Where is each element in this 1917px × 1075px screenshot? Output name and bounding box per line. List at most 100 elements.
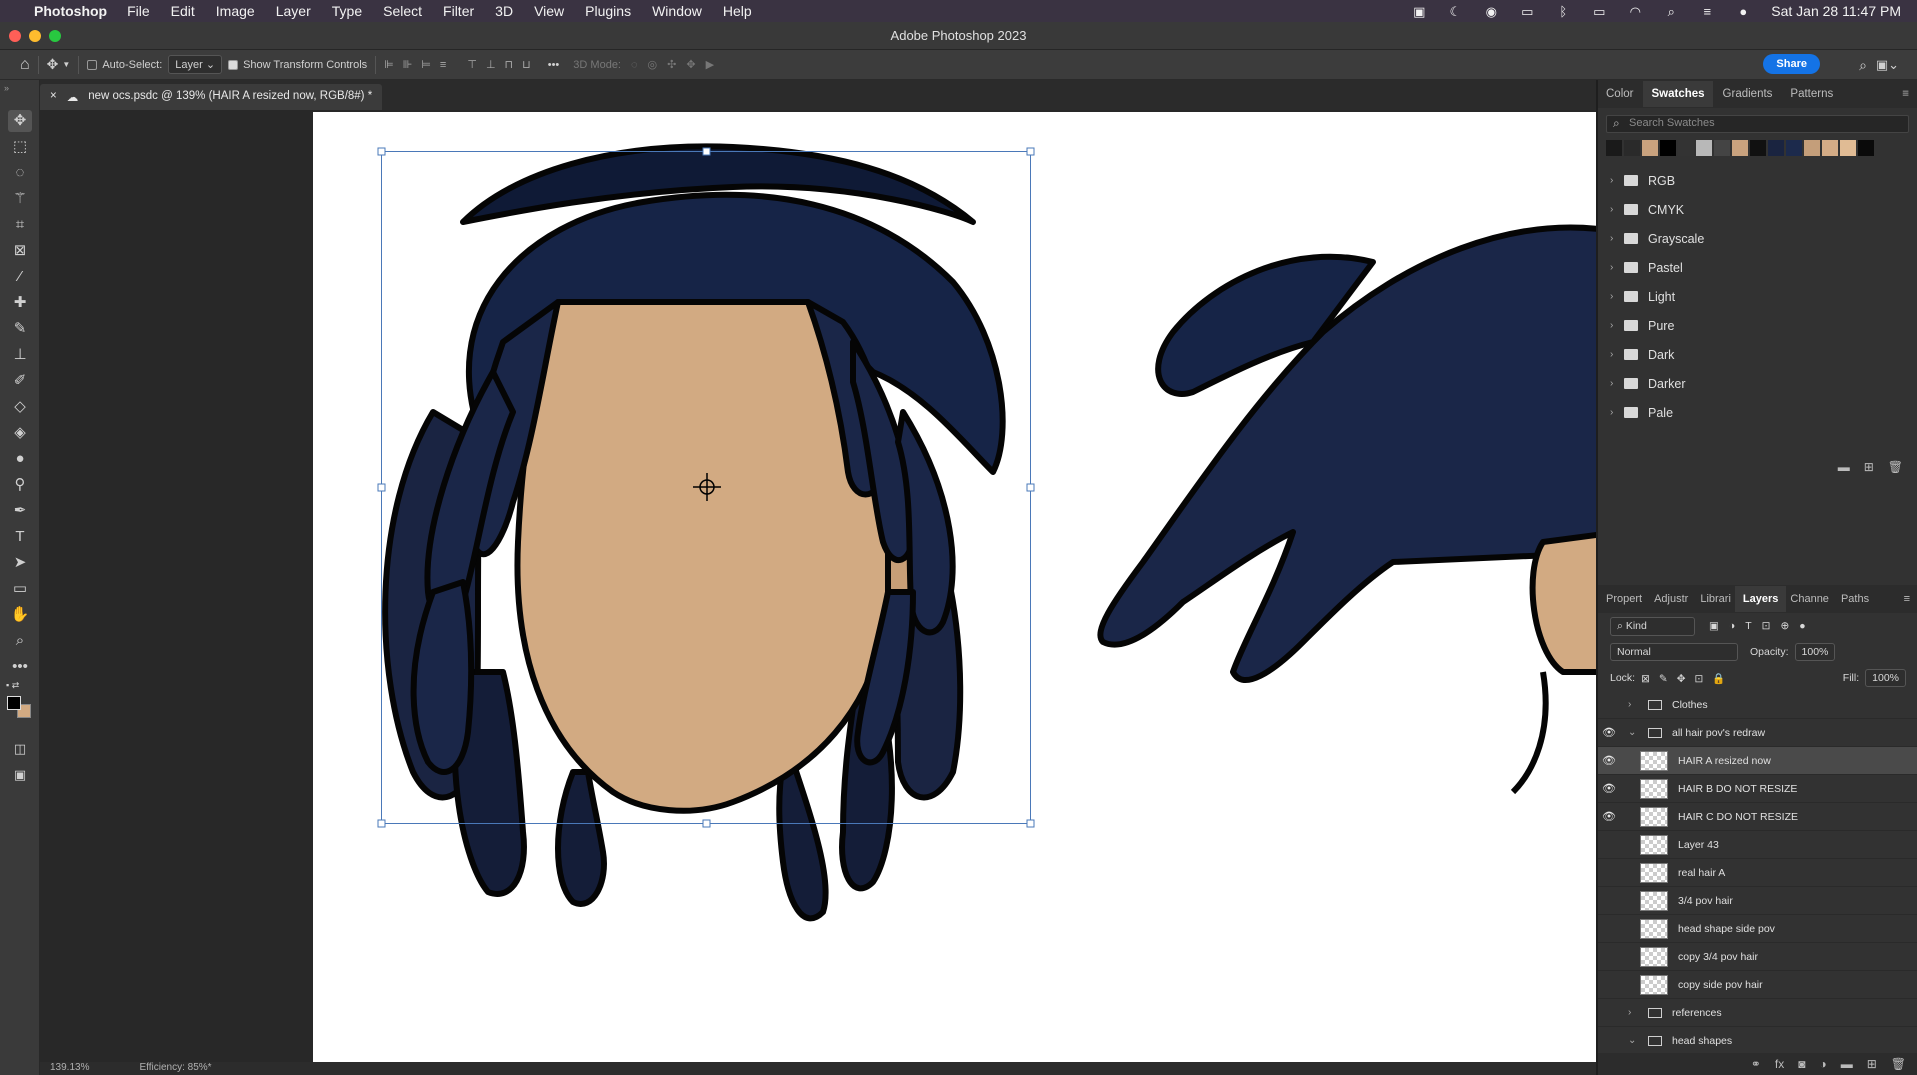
visibility-eye-icon[interactable]: 👁 [1598,782,1620,795]
color-swatch[interactable] [1714,140,1730,156]
chevron-down-icon[interactable]: ▼ [62,60,70,69]
magic-wand-tool-icon[interactable]: ⚚ [8,188,32,210]
opacity-field[interactable]: 100% [1794,643,1836,661]
layer-row[interactable]: real hair A [1598,859,1917,887]
pen-tool-icon[interactable]: ✒ [8,500,32,522]
tab-paths[interactable]: Paths [1841,593,1869,605]
color-swatch[interactable] [1624,140,1640,156]
menu-file[interactable]: File [127,3,150,19]
chevron-right-icon[interactable]: › [1610,233,1624,244]
show-transform-controls-checkbox[interactable] [228,59,239,70]
moon-icon[interactable]: ☾ [1447,4,1463,19]
visibility-eye-icon[interactable]: 👁 [1598,726,1620,739]
move-tool-icon[interactable]: ✥ [47,56,59,73]
layer-row[interactable]: 👁 HAIR C DO NOT RESIZE [1598,803,1917,831]
battery-icon[interactable]: ▭ [1591,4,1607,19]
filter-icons[interactable]: ▣◑T⊡⊕● [1709,620,1816,632]
layer-name[interactable]: head shapes [1672,1035,1732,1047]
layer-thumbnail[interactable] [1640,834,1668,855]
document-tab[interactable]: × ☁ new ocs.psdc @ 139% (HAIR A resized … [40,84,383,110]
layer-thumbnail[interactable] [1640,918,1668,939]
tab-channels[interactable]: Channe [1790,593,1829,605]
tab-patterns[interactable]: Patterns [1790,88,1833,100]
auto-select-dropdown[interactable]: Layer ⌄ [168,55,223,74]
menu-type[interactable]: Type [332,3,362,19]
app-menu[interactable]: Photoshop [34,3,107,19]
play-icon[interactable]: ◉ [1483,4,1499,19]
dodge-tool-icon[interactable]: ⚲ [8,474,32,496]
frame-tool-icon[interactable]: ⊠ [8,240,32,262]
layer-name[interactable]: 3/4 pov hair [1678,895,1733,907]
new-group-icon[interactable]: ▬ [1838,460,1850,474]
menu-plugins[interactable]: Plugins [585,3,631,19]
color-swatch[interactable] [1822,140,1838,156]
color-swatch[interactable] [1732,140,1748,156]
zoom-window-button[interactable] [49,30,61,42]
chevron-right-icon[interactable]: › [1610,349,1624,360]
layer-name[interactable]: references [1672,1007,1722,1019]
blur-tool-icon[interactable]: ● [8,448,32,470]
stamp-tool-icon[interactable]: ⊥ [8,344,32,366]
swatch-folder[interactable]: › RGB [1598,166,1917,195]
delete-icon[interactable]: 🗑 [1888,460,1903,474]
chevron-right-icon[interactable]: › [1610,378,1624,389]
brush-tool-icon[interactable]: ✎ [8,318,32,340]
layer-row[interactable]: 👁 HAIR B DO NOT RESIZE [1598,775,1917,803]
color-swatch[interactable] [1768,140,1784,156]
chevron-right-icon[interactable]: › [1610,291,1624,302]
zoom-level[interactable]: 139.13% [50,1062,89,1075]
swap-colors-icon[interactable]: ▪ ⇄ [6,680,19,691]
tab-libraries[interactable]: Librari [1700,593,1731,605]
layer-name[interactable]: real hair A [1678,867,1725,879]
color-swatch[interactable] [1750,140,1766,156]
quick-mask-icon[interactable]: ◫ [8,738,32,760]
control-center-icon[interactable]: ≡ [1699,4,1715,19]
menu-help[interactable]: Help [723,3,752,19]
screen-icon[interactable]: ▭ [1519,4,1535,19]
chevron-right-icon[interactable]: › [1610,320,1624,331]
swatch-folder[interactable]: › Grayscale [1598,224,1917,253]
layer-name[interactable]: HAIR A resized now [1678,755,1771,767]
menu-window[interactable]: Window [652,3,702,19]
history-brush-tool-icon[interactable]: ✐ [8,370,32,392]
layer-name[interactable]: Clothes [1672,699,1708,711]
add-mask-icon[interactable]: ◙ [1798,1057,1805,1071]
type-tool-icon[interactable]: T [8,526,32,548]
color-swatch[interactable] [1858,140,1874,156]
layer-name[interactable]: head shape side pov [1678,923,1775,935]
layer-row[interactable]: copy side pov hair [1598,971,1917,999]
fx-icon[interactable]: fx [1775,1057,1784,1071]
path-selection-tool-icon[interactable]: ➤ [8,552,32,574]
layer-thumbnail[interactable] [1640,778,1668,799]
layer-name[interactable]: HAIR C DO NOT RESIZE [1678,811,1798,823]
layer-thumbnail[interactable] [1640,946,1668,967]
panel-menu-icon[interactable]: ≡ [1902,88,1909,100]
swatch-folder[interactable]: › Pale [1598,398,1917,427]
efficiency-readout[interactable]: Efficiency: 85%* [139,1062,211,1075]
menu-3d[interactable]: 3D [495,3,513,19]
eyedropper-tool-icon[interactable]: ⁄ [8,266,32,288]
new-group-icon[interactable]: ▬ [1841,1057,1853,1071]
new-layer-icon[interactable]: ⊞ [1867,1057,1877,1071]
swatch-folder[interactable]: › Pure [1598,311,1917,340]
new-swatch-icon[interactable]: ⊞ [1864,460,1874,474]
layer-row[interactable]: copy 3/4 pov hair [1598,943,1917,971]
foreground-color-swatch[interactable] [7,696,21,710]
fill-field[interactable]: 100% [1865,669,1906,687]
lock-icons[interactable]: ⊠✎✥⊡🔒 [1641,672,1734,685]
layer-thumbnail[interactable] [1640,750,1668,771]
tab-properties[interactable]: Propert [1606,593,1642,605]
layer-name[interactable]: Layer 43 [1678,839,1719,851]
layer-group-row[interactable]: ⌄ head shapes [1598,1027,1917,1055]
clock[interactable]: Sat Jan 28 11:47 PM [1771,3,1901,19]
marquee-tool-icon[interactable]: ⬚ [8,136,32,158]
close-window-button[interactable] [9,30,21,42]
search-icon[interactable]: ⌕ [1859,57,1867,74]
move-tool-icon[interactable]: ✥ [8,110,32,132]
minimize-window-button[interactable] [29,30,41,42]
rectangle-tool-icon[interactable]: ▭ [8,578,32,600]
swatch-folder[interactable]: › CMYK [1598,195,1917,224]
layer-name[interactable]: HAIR B DO NOT RESIZE [1678,783,1797,795]
tab-adjustments[interactable]: Adjustr [1654,593,1688,605]
eraser-tool-icon[interactable]: ◇ [8,396,32,418]
